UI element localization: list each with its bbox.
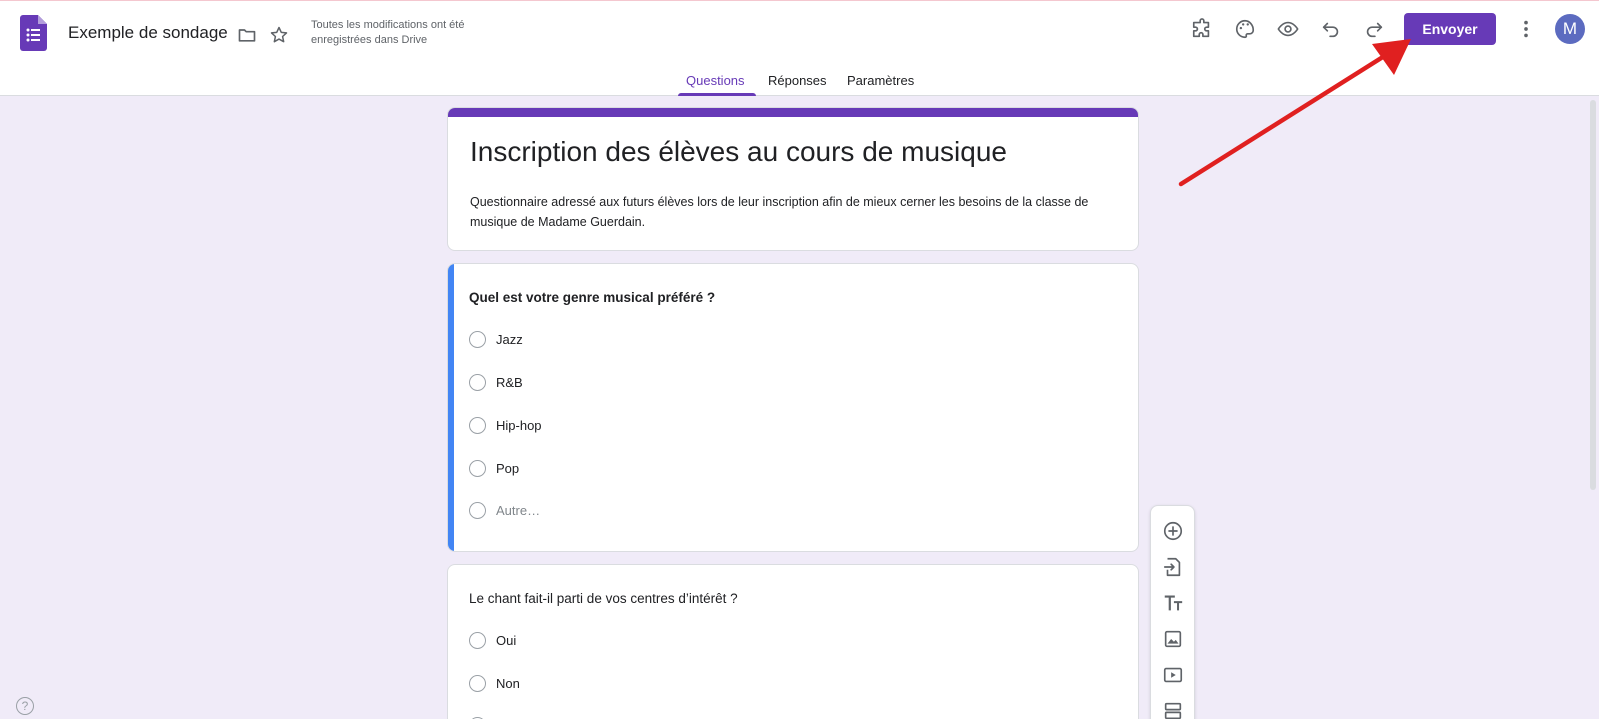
active-question-indicator [448,264,454,551]
radio-button[interactable] [469,373,486,391]
radio-button[interactable] [469,674,486,692]
option-label: Pop [496,460,520,476]
active-tab-indicator [678,93,756,96]
radio-button[interactable] [469,416,486,434]
option-label: Hip-hop [496,417,542,433]
page-scrollbar[interactable] [1590,100,1596,490]
option-item[interactable]: Pop [469,458,519,478]
question-title[interactable]: Le chant fait-il parti de vos centres d’… [469,591,738,606]
folder-icon[interactable] [235,23,259,47]
preview-eye-icon[interactable] [1276,17,1300,41]
google-forms-logo[interactable] [20,15,47,51]
tab-responses[interactable]: Réponses [768,73,827,88]
option-item[interactable] [469,715,496,719]
radio-button[interactable] [469,631,486,649]
undo-icon[interactable] [1319,17,1343,41]
addons-puzzle-icon[interactable] [1190,17,1214,41]
redo-icon[interactable] [1362,17,1386,41]
radio-button[interactable] [469,459,486,477]
option-item[interactable]: Non [469,673,520,693]
option-label: Non [496,675,520,691]
option-label: R&B [496,374,523,390]
tab-questions[interactable]: Questions [686,73,745,88]
add-section-icon[interactable] [1161,699,1185,719]
question-card[interactable]: Quel est votre genre musical préféré ? J… [447,263,1139,552]
option-label: Jazz [496,331,523,347]
save-status: Toutes les modifications ont été enregis… [311,19,465,46]
palette-icon[interactable] [1233,17,1257,41]
help-icon[interactable]: ? [16,697,34,715]
option-other[interactable]: Autre… [469,500,540,520]
top-bar: Exemple de sondage Toutes les modificati… [0,0,1599,96]
form-header-card[interactable]: Inscription des élèves au cours de musiq… [447,107,1139,251]
question-card[interactable]: Le chant fait-il parti de vos centres d’… [447,564,1139,719]
option-item[interactable]: Oui [469,630,516,650]
option-item[interactable]: Jazz [469,329,523,349]
card-accent-bar [448,108,1138,117]
add-image-icon[interactable] [1161,627,1185,651]
form-title[interactable]: Inscription des élèves au cours de musiq… [470,136,1007,168]
question-toolbar [1150,505,1195,719]
document-title[interactable]: Exemple de sondage [68,23,228,43]
radio-button[interactable] [469,330,486,348]
send-button[interactable]: Envoyer [1404,13,1496,45]
account-avatar[interactable]: M [1555,14,1585,44]
form-description[interactable]: Questionnaire adressé aux futurs élèves … [470,192,1110,232]
add-title-text-icon[interactable] [1161,591,1185,615]
form-tabs: Questions Réponses Paramètres [0,64,1599,96]
option-label: Oui [496,632,517,648]
radio-button[interactable] [469,501,486,519]
add-question-icon[interactable] [1161,519,1185,543]
import-questions-icon[interactable] [1161,555,1185,579]
star-icon[interactable] [267,23,291,47]
option-item[interactable]: Hip-hop [469,415,542,435]
add-video-icon[interactable] [1161,663,1185,687]
option-item[interactable]: R&B [469,372,523,392]
tab-settings[interactable]: Paramètres [847,73,914,88]
option-label: Autre… [496,502,541,518]
more-vert-icon[interactable] [1514,17,1538,41]
question-title[interactable]: Quel est votre genre musical préféré ? [469,290,715,305]
